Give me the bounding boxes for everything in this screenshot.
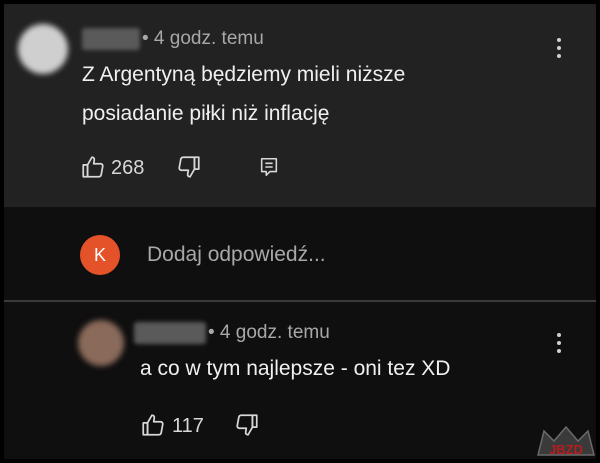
reply-username-redacted[interactable] (134, 322, 206, 344)
reply-menu-button[interactable] (549, 331, 569, 357)
thumb-up-icon[interactable] (80, 154, 106, 180)
thumb-down-icon[interactable] (176, 154, 202, 180)
comment-timestamp: • 4 godz. temu (142, 28, 264, 49)
reply-text: a co w tym najlepsze - oni tez XD (140, 357, 451, 380)
thumb-down-icon[interactable] (234, 412, 260, 438)
reply-icon[interactable] (258, 156, 280, 178)
comment: • 4 godz. temu Z Argentyną będziemy miel… (4, 4, 596, 207)
dot (557, 38, 561, 42)
like-count: 268 (111, 157, 145, 179)
avatar[interactable] (18, 24, 68, 74)
comment-menu-button[interactable] (549, 36, 569, 62)
user-avatar[interactable]: K (80, 235, 120, 275)
dot (557, 341, 561, 345)
comment-text-line-1: Z Argentyną będziemy mieli niższe (82, 63, 406, 86)
comment-thread: • 4 godz. temu Z Argentyną będziemy miel… (4, 4, 596, 459)
username-redacted[interactable] (82, 28, 140, 50)
thumb-up-icon[interactable] (140, 412, 166, 438)
reply-like-count: 117 (172, 415, 204, 437)
divider (4, 300, 596, 302)
dot (557, 333, 561, 337)
jbzd-logo: JBZD (537, 425, 595, 457)
reply-avatar[interactable] (78, 320, 124, 366)
reply-input[interactable]: Dodaj odpowiedź... (147, 243, 326, 267)
jbzd-logo-text: JBZD (549, 442, 583, 457)
dot (557, 349, 561, 353)
dot (557, 46, 561, 50)
comment-text-line-2: posiadanie piłki niż inflację (82, 102, 330, 125)
reply-timestamp: • 4 godz. temu (208, 322, 330, 343)
dot (557, 54, 561, 58)
